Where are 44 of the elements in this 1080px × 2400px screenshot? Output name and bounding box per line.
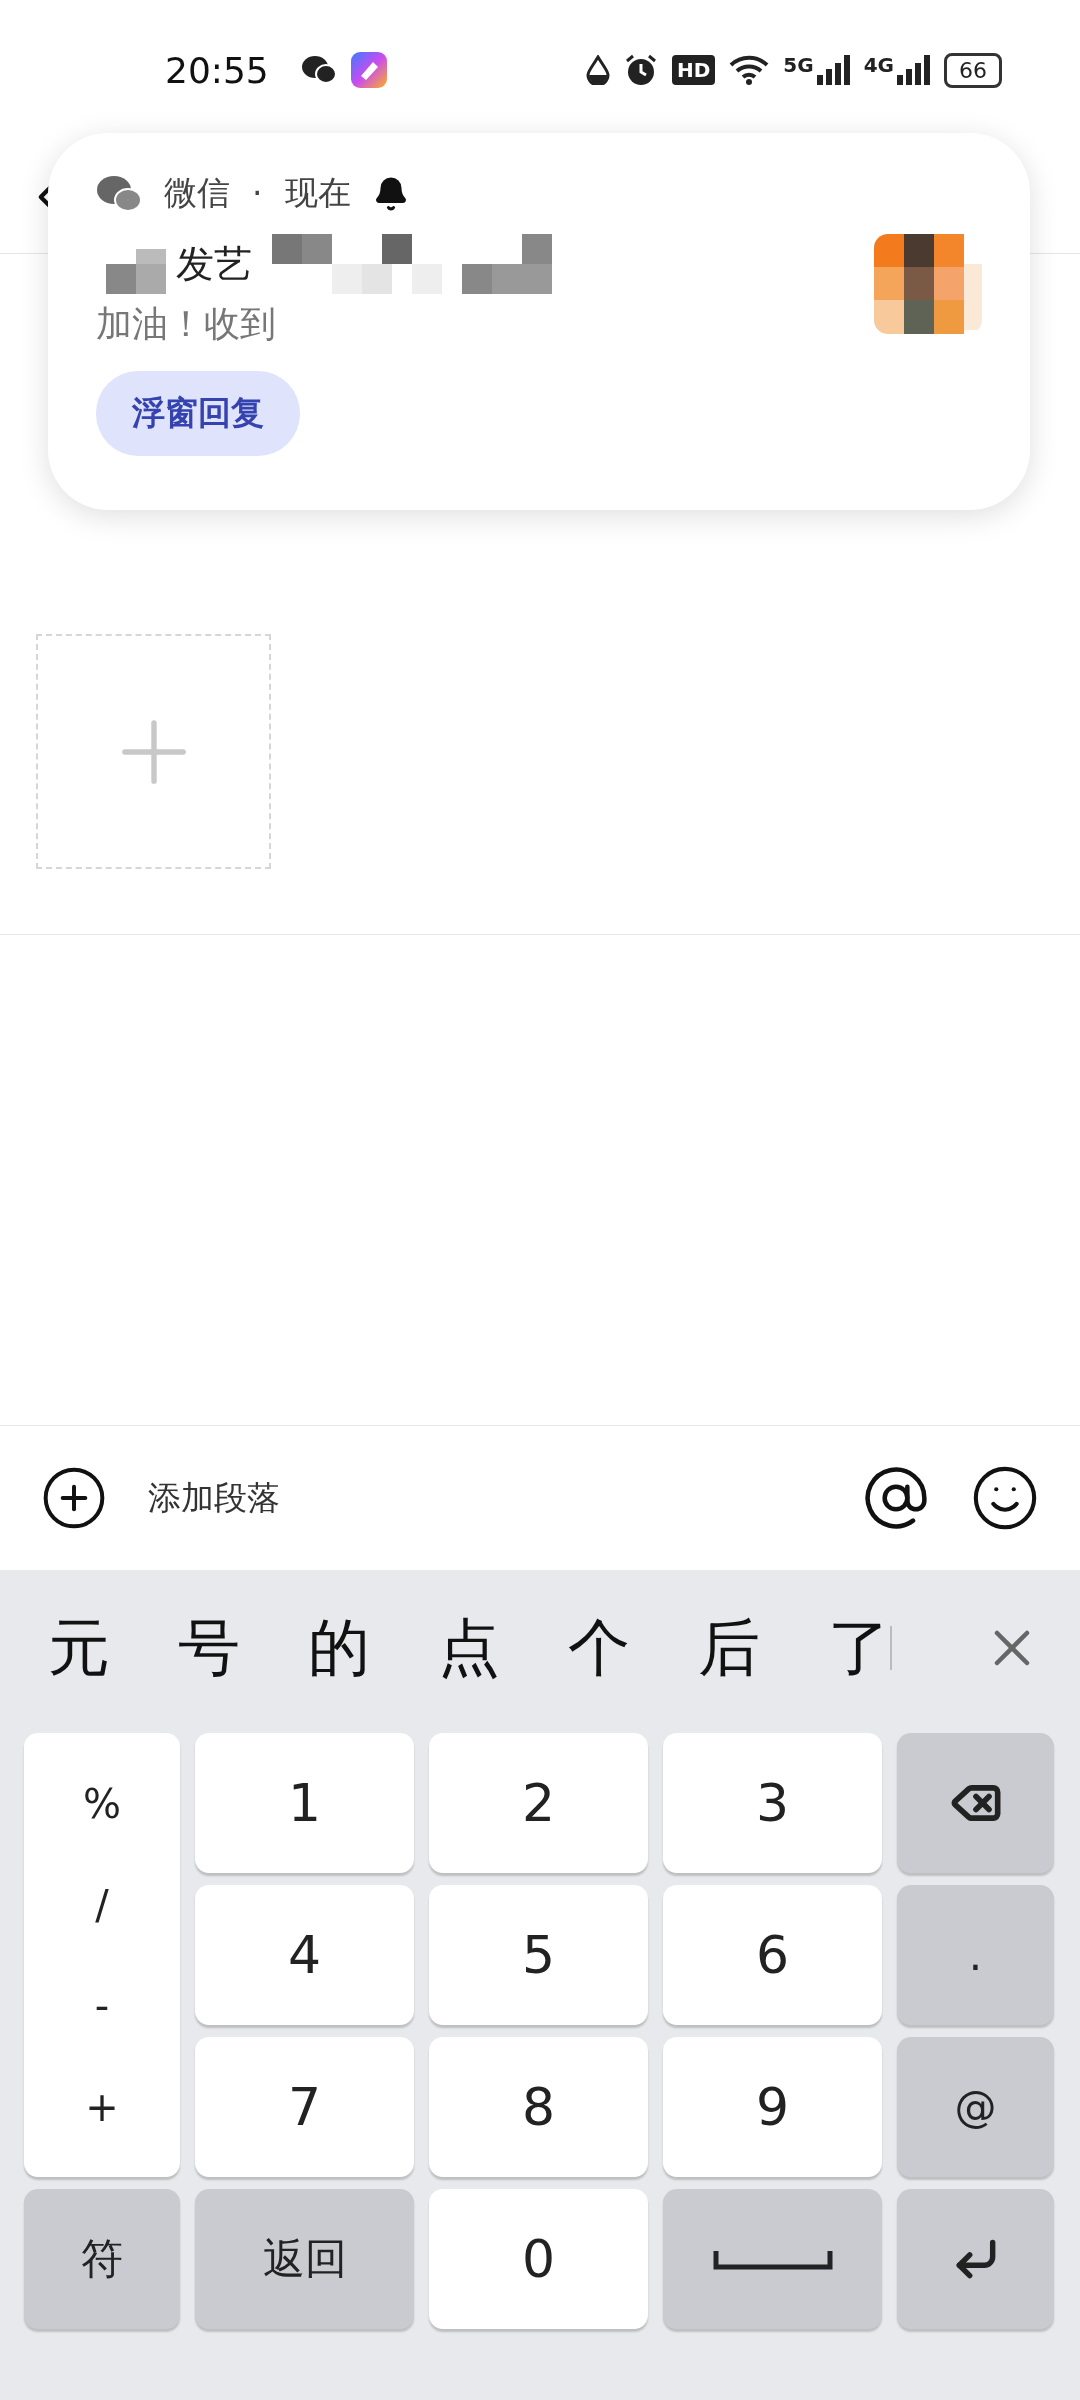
candidate-word[interactable]: 号 <box>178 1605 240 1690</box>
keyboard-key[interactable]: 3 <box>663 1733 882 1873</box>
floating-reply-button[interactable]: 浮窗回复 <box>96 371 300 456</box>
chat-bubbles-icon <box>300 55 337 85</box>
keyboard-key[interactable]: 1 <box>195 1733 414 1873</box>
enter-key[interactable] <box>897 2189 1054 2329</box>
wifi-icon <box>729 54 770 86</box>
app-name: 微信 <box>164 172 230 214</box>
keyboard-key[interactable]: 4 <box>195 1885 414 2025</box>
keyboard-key[interactable]: 6 <box>663 1885 882 2025</box>
hd-icon: HD <box>671 55 716 85</box>
symbol-key[interactable]: - <box>74 1982 130 2029</box>
keyboard-key[interactable]: 2 <box>429 1733 648 1873</box>
app-icon <box>350 52 387 88</box>
notification-message: 加油！收到 <box>96 302 277 346</box>
backspace-key[interactable] <box>897 1733 1054 1873</box>
symbol-key[interactable]: / <box>75 1881 129 1928</box>
battery-icon: 66 <box>944 52 1002 88</box>
keyboard-key[interactable]: 5 <box>429 1885 648 2025</box>
add-paragraph-label[interactable]: 添加段落 <box>148 1475 822 1521</box>
keyboard-key[interactable]: 0 <box>429 2189 648 2329</box>
candidate-word[interactable]: 的 <box>308 1605 370 1690</box>
notification-title: 发艺 <box>176 240 252 288</box>
candidate-word[interactable]: 后 <box>698 1605 760 1690</box>
keyboard-key[interactable]: 9 <box>663 2037 882 2177</box>
keyboard-key[interactable]: 符 <box>24 2189 180 2329</box>
keyboard-key[interactable]: 返回 <box>195 2189 414 2329</box>
status-time: 20:55 <box>165 49 269 91</box>
candidate-word[interactable]: 元 <box>48 1605 110 1690</box>
symbol-key[interactable]: % <box>63 1780 141 1827</box>
symbol-key[interactable]: + <box>65 2083 139 2130</box>
keyboard-key[interactable]: 8 <box>429 2037 648 2177</box>
candidate-word[interactable]: 点 <box>438 1605 500 1690</box>
separator-dot: · <box>252 174 263 213</box>
keyboard-key[interactable]: 7 <box>195 2037 414 2177</box>
notification-time: 现在 <box>284 172 351 214</box>
alarm-icon <box>623 53 658 87</box>
keyboard-key[interactable]: @ <box>897 2037 1054 2177</box>
candidate-word[interactable]: 个 <box>568 1605 630 1690</box>
candidate-word[interactable]: 了 <box>828 1605 890 1690</box>
keyboard-key[interactable]: . <box>897 1885 1054 2025</box>
space-key[interactable] <box>663 2189 882 2329</box>
mention-icon[interactable] <box>862 1464 930 1532</box>
drop-icon <box>585 55 610 85</box>
